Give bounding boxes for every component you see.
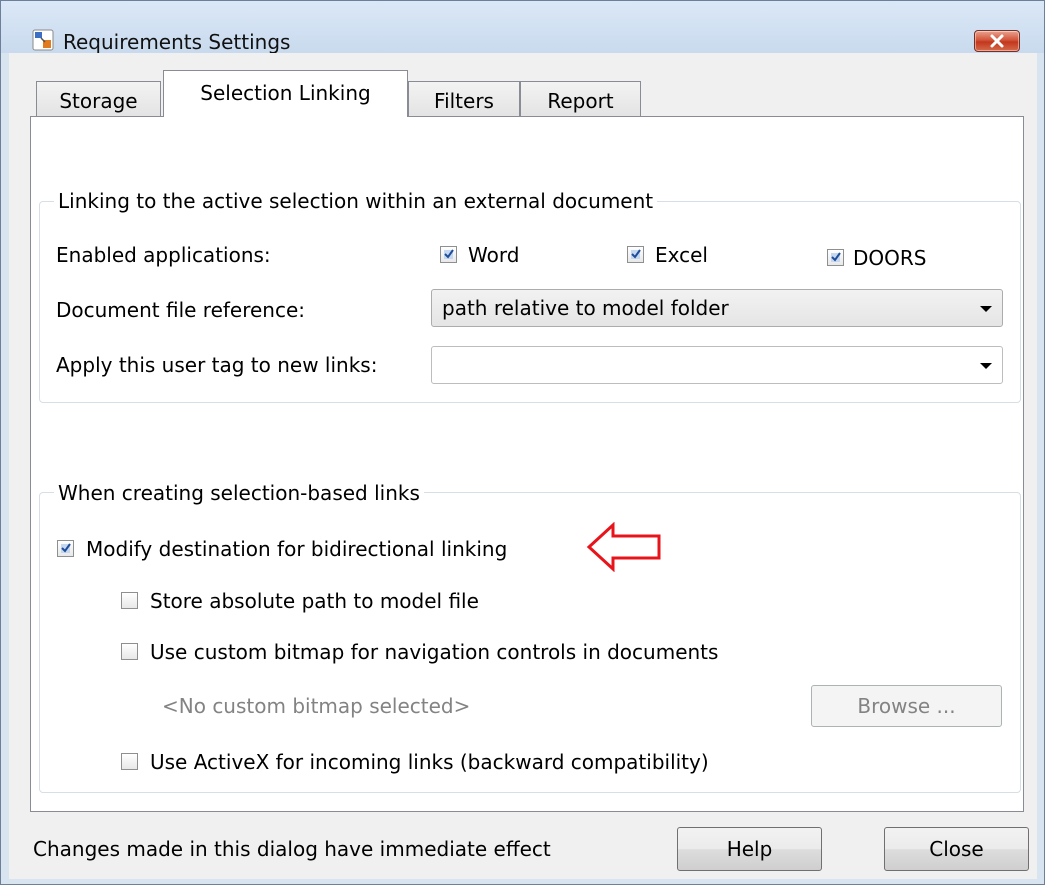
tab-label: Storage [59,89,138,113]
selection-links-group-legend: When creating selection-based links [54,481,424,505]
store-absolute-path-checkbox[interactable] [121,592,138,609]
status-message: Changes made in this dialog have immedia… [33,837,551,861]
doors-checkbox[interactable] [827,249,844,266]
window-title: Requirements Settings [63,30,291,54]
no-custom-bitmap-text: <No custom bitmap selected> [162,694,471,718]
custom-bitmap-checkbox[interactable] [121,643,138,660]
title-bar[interactable]: Requirements Settings [1,1,1044,54]
excel-label: Excel [655,243,708,267]
tab-label: Filters [434,89,494,113]
tab-label: Selection Linking [200,81,371,105]
activex-label: Use ActiveX for incoming links (backward… [150,750,709,774]
dialog-window: Requirements Settings Storage Selection … [0,0,1045,885]
document-file-reference-label: Document file reference: [56,298,306,322]
excel-checkbox[interactable] [627,246,644,263]
document-file-reference-value: path relative to model folder [442,296,729,320]
close-button-label: Close [929,837,984,861]
browse-button[interactable]: Browse ... [811,685,1002,727]
close-window-button[interactable] [974,30,1020,52]
custom-bitmap-label: Use custom bitmap for navigation control… [150,640,719,664]
close-button[interactable]: Close [884,827,1029,871]
document-file-reference-dropdown[interactable]: path relative to model folder [431,289,1003,327]
help-button-label: Help [726,837,773,861]
help-button[interactable]: Help [677,827,822,871]
red-arrow-icon [585,521,665,576]
tab-report[interactable]: Report [520,81,641,117]
chevron-down-icon [980,363,992,369]
modify-destination-label: Modify destination for bidirectional lin… [86,537,508,561]
tab-storage[interactable]: Storage [36,81,161,117]
modify-destination-checkbox[interactable] [57,540,74,557]
tab-selection-linking[interactable]: Selection Linking [163,70,408,117]
chevron-down-icon [980,306,992,312]
tab-panel: Linking to the active selection within a… [30,116,1024,812]
external-document-group-legend: Linking to the active selection within a… [54,189,658,213]
browse-button-label: Browse ... [857,694,956,718]
store-absolute-path-label: Store absolute path to model file [150,589,479,613]
activex-checkbox[interactable] [121,753,138,770]
tab-filters[interactable]: Filters [408,81,520,117]
doors-label: DOORS [853,246,927,270]
word-label: Word [468,243,520,267]
user-tag-label: Apply this user tag to new links: [56,353,378,377]
tab-label: Report [547,89,614,113]
enabled-applications-label: Enabled applications: [56,243,271,267]
user-tag-combobox[interactable] [431,346,1003,384]
app-icon [32,29,54,51]
word-checkbox[interactable] [440,246,457,263]
